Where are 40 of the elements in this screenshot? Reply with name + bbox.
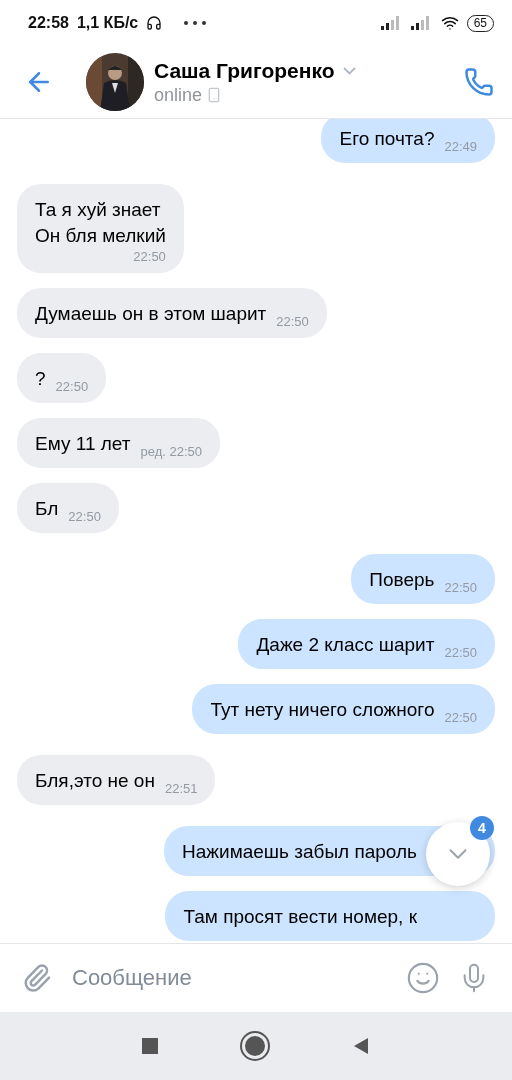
message-time: 22:50 [276, 314, 309, 329]
message-text: Тут нету ничего сложного [210, 698, 435, 722]
wifi-icon [440, 14, 459, 32]
message-text: Его почта? [339, 127, 435, 151]
message-text: Там просят вести номер, к [183, 905, 417, 929]
contact-name[interactable]: Саша Григоренко [154, 58, 335, 83]
message-time: 22:50 [444, 710, 477, 725]
message-text: Поверь [369, 568, 435, 592]
message-text: Даже 2 класс шарит [256, 633, 435, 657]
message-text: Бля,это не он [35, 769, 155, 793]
message-text: Ему 11 лет [35, 432, 131, 456]
emoji-button[interactable] [406, 961, 440, 995]
online-status: online [154, 84, 203, 106]
back-nav-button[interactable] [352, 1037, 370, 1055]
chevron-down-icon [342, 66, 356, 75]
message-time: 22:50 [133, 249, 166, 264]
home-button[interactable] [242, 1033, 268, 1059]
clock-time: 22:58 [28, 14, 69, 32]
message-text: Думаешь он в этом шарит [35, 302, 267, 326]
message-text: Та я хуй знает Он бля мелкий [35, 198, 166, 248]
call-button[interactable] [464, 67, 494, 97]
message-text: Нажимаешь забыл пароль [182, 840, 417, 864]
message-time: 22:50 [444, 645, 477, 660]
headphones-icon [146, 15, 163, 31]
network-speed: 1,1 КБ/с [76, 14, 139, 32]
attach-button[interactable] [22, 963, 52, 993]
message-time: 22:50 [444, 580, 477, 595]
message-time: 22:51 [164, 781, 198, 796]
message-time: 22:49 [444, 139, 477, 154]
paperclip-icon [22, 963, 52, 993]
message-time: 22:50 [55, 379, 89, 394]
message-time: ред. 22:50 [140, 444, 202, 459]
message-text: ? [35, 367, 46, 391]
message-time: 22:50 [68, 509, 101, 524]
unread-badge: 4 [470, 816, 494, 840]
phone-icon [464, 67, 494, 97]
smiley-icon [406, 961, 440, 995]
more-dots-icon [184, 21, 207, 25]
message-field[interactable]: Сообщение [70, 964, 388, 992]
message-text: Бл [35, 497, 59, 521]
